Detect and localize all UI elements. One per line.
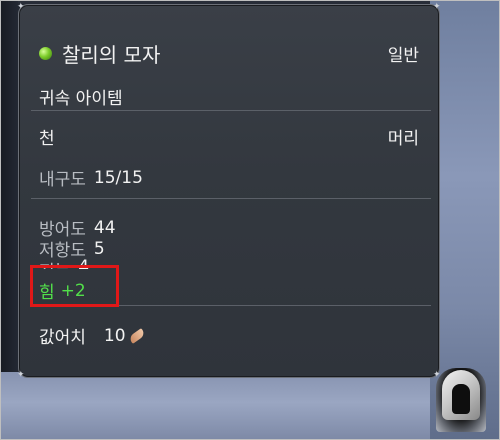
screenshot-border — [0, 0, 500, 440]
